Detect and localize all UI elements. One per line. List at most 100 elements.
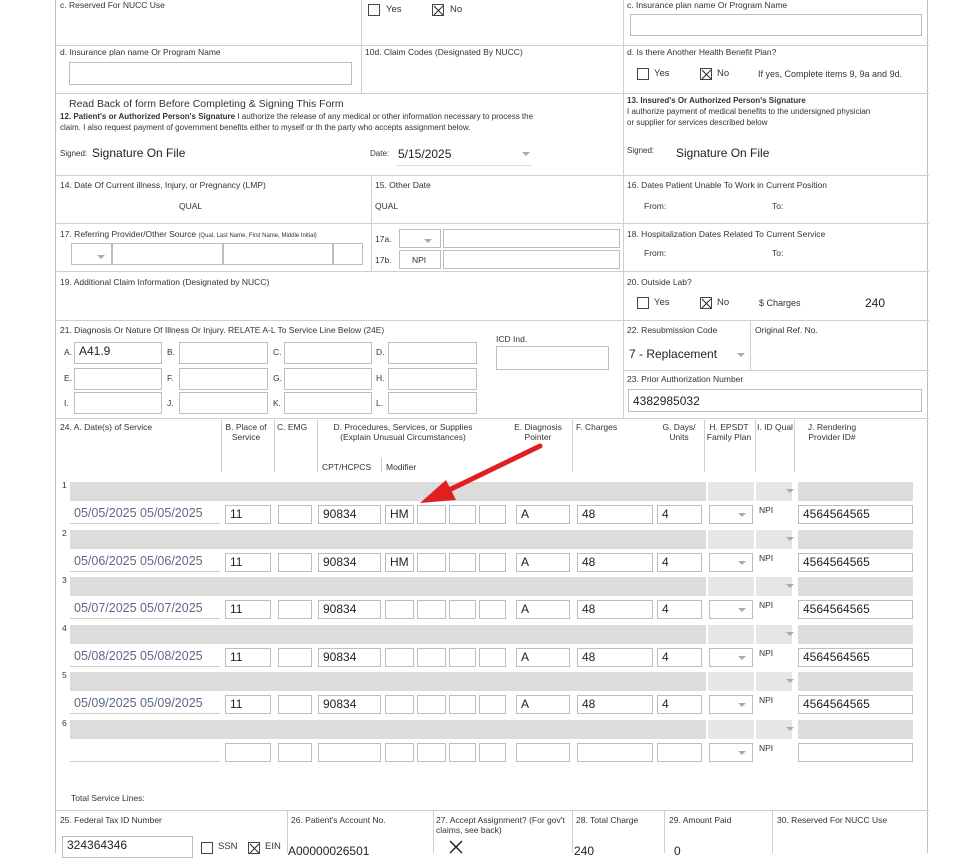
chevron-down-icon[interactable]: [737, 353, 745, 357]
chevron-down-icon[interactable]: [786, 489, 794, 493]
charges-input[interactable]: [577, 743, 653, 762]
rendering-provider-id-input[interactable]: 4564564565: [798, 695, 913, 714]
modifier-3-input[interactable]: [449, 695, 476, 714]
modifier-3-input[interactable]: [449, 553, 476, 572]
another-plan-no-checkbox[interactable]: [700, 68, 712, 80]
diagnosis-pointer-input[interactable]: A: [516, 553, 570, 572]
cpt-code-input[interactable]: 90834: [318, 695, 381, 714]
chevron-down-icon[interactable]: [738, 561, 746, 565]
epsdt-select[interactable]: [709, 743, 753, 762]
service-dates-input[interactable]: [70, 743, 220, 762]
modifier-4-input[interactable]: [479, 695, 506, 714]
box17a-qual-select[interactable]: [399, 229, 441, 248]
chevron-down-icon[interactable]: [738, 703, 746, 707]
diagnosis-d-input[interactable]: [388, 342, 477, 364]
modifier-3-input[interactable]: [449, 743, 476, 762]
emg-input[interactable]: [278, 553, 312, 572]
place-of-service-input[interactable]: 11: [225, 505, 271, 524]
modifier-4-input[interactable]: [479, 553, 506, 572]
place-of-service-input[interactable]: 11: [225, 648, 271, 667]
resubmission-code-select[interactable]: 7 - Replacement: [629, 347, 717, 361]
diagnosis-j-input[interactable]: [179, 392, 268, 414]
modifier-4-input[interactable]: [479, 600, 506, 619]
cpt-code-input[interactable]: [318, 743, 381, 762]
units-input[interactable]: [657, 743, 702, 762]
diagnosis-pointer-input[interactable]: [516, 743, 570, 762]
service-dates-input[interactable]: 05/08/2025 05/08/2025: [70, 648, 220, 667]
modifier-4-input[interactable]: [479, 743, 506, 762]
chevron-down-icon[interactable]: [738, 608, 746, 612]
place-of-service-input[interactable]: 11: [225, 600, 271, 619]
diagnosis-h-input[interactable]: [388, 368, 477, 390]
rendering-provider-id-input[interactable]: 4564564565: [798, 553, 913, 572]
cpt-code-input[interactable]: 90834: [318, 553, 381, 572]
insurance-plan-c-input[interactable]: [630, 14, 922, 36]
modifier-1-input[interactable]: [385, 648, 414, 667]
chevron-down-icon[interactable]: [786, 679, 794, 683]
epsdt-select[interactable]: [709, 600, 753, 619]
charges-input[interactable]: 48: [577, 695, 653, 714]
chevron-down-icon[interactable]: [786, 537, 794, 541]
chevron-down-icon[interactable]: [786, 632, 794, 636]
emg-input[interactable]: [278, 743, 312, 762]
box17-qual-select[interactable]: [71, 243, 112, 265]
total-charge-value[interactable]: 240: [574, 844, 594, 858]
emg-input[interactable]: [278, 648, 312, 667]
modifier-3-input[interactable]: [449, 600, 476, 619]
modifier-2-input[interactable]: [417, 743, 446, 762]
units-input[interactable]: 4: [657, 505, 702, 524]
chevron-down-icon[interactable]: [738, 751, 746, 755]
units-input[interactable]: 4: [657, 648, 702, 667]
diagnosis-i-input[interactable]: [74, 392, 162, 414]
modifier-3-input[interactable]: [449, 505, 476, 524]
charges-input[interactable]: 48: [577, 553, 653, 572]
service-dates-input[interactable]: 05/06/2025 05/06/2025: [70, 553, 220, 572]
modifier-1-input[interactable]: HM: [385, 505, 414, 524]
box17-middle-initial-input[interactable]: [333, 243, 363, 265]
place-of-service-input[interactable]: 11: [225, 553, 271, 572]
diagnosis-k-input[interactable]: [284, 392, 372, 414]
chevron-down-icon[interactable]: [786, 727, 794, 731]
modifier-2-input[interactable]: [417, 648, 446, 667]
diagnosis-pointer-input[interactable]: A: [516, 505, 570, 524]
diagnosis-pointer-input[interactable]: A: [516, 695, 570, 714]
diagnosis-e-input[interactable]: [74, 368, 162, 390]
emg-input[interactable]: [278, 695, 312, 714]
insurance-plan-d-input[interactable]: [69, 62, 352, 85]
rendering-provider-id-input[interactable]: 4564564565: [798, 600, 913, 619]
rendering-provider-id-input[interactable]: [798, 743, 913, 762]
modifier-2-input[interactable]: [417, 553, 446, 572]
service-dates-input[interactable]: 05/05/2025 05/05/2025: [70, 505, 220, 524]
reserved-yes-checkbox[interactable]: [368, 4, 380, 16]
ein-checkbox[interactable]: [248, 842, 260, 854]
outside-lab-yes-checkbox[interactable]: [637, 297, 649, 309]
box12-signature-value[interactable]: Signature On File: [92, 146, 185, 160]
diagnosis-pointer-input[interactable]: A: [516, 600, 570, 619]
place-of-service-input[interactable]: 11: [225, 695, 271, 714]
amount-paid-value[interactable]: 0: [674, 844, 681, 858]
modifier-4-input[interactable]: [479, 505, 506, 524]
service-dates-input[interactable]: 05/07/2025 05/07/2025: [70, 600, 220, 619]
chevron-down-icon[interactable]: [97, 255, 105, 259]
box12-date-value[interactable]: 5/15/2025: [398, 147, 451, 161]
modifier-2-input[interactable]: [417, 695, 446, 714]
diagnosis-c-input[interactable]: [284, 342, 372, 364]
ssn-checkbox[interactable]: [201, 842, 213, 854]
units-input[interactable]: 4: [657, 695, 702, 714]
place-of-service-input[interactable]: [225, 743, 271, 762]
service-dates-input[interactable]: 05/09/2025 05/09/2025: [70, 695, 220, 714]
modifier-2-input[interactable]: [417, 505, 446, 524]
epsdt-select[interactable]: [709, 695, 753, 714]
epsdt-select[interactable]: [709, 505, 753, 524]
diagnosis-l-input[interactable]: [388, 392, 477, 414]
chevron-down-icon[interactable]: [786, 584, 794, 588]
patient-account-value[interactable]: A00000026501: [288, 844, 369, 858]
prior-auth-input[interactable]: 4382985032: [628, 389, 922, 412]
box17-last-name-input[interactable]: [112, 243, 223, 265]
diagnosis-b-input[interactable]: [179, 342, 268, 364]
chevron-down-icon[interactable]: [738, 656, 746, 660]
modifier-2-input[interactable]: [417, 600, 446, 619]
modifier-1-input[interactable]: [385, 743, 414, 762]
units-input[interactable]: 4: [657, 553, 702, 572]
chevron-down-icon[interactable]: [522, 152, 530, 156]
